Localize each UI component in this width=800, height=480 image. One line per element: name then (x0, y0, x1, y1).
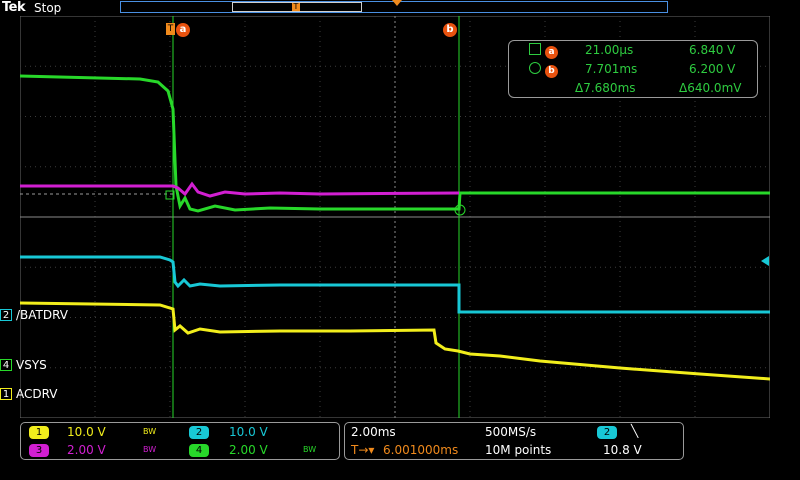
square-marker-icon (529, 43, 541, 55)
ch4-bw-limit: BW (303, 445, 317, 454)
channel-marker-ch4[interactable]: 4 VSYS (0, 358, 47, 372)
channel-label: /BATDRV (16, 308, 69, 322)
channel-number: 1 (0, 388, 12, 400)
cursor-a-time: 21.00µs (585, 43, 634, 57)
trigger-level-arrow-icon[interactable] (761, 256, 769, 266)
channel-label: ACDRV (16, 387, 58, 401)
trigger-delay-icon: T→▾ (351, 443, 375, 457)
trigger-marker-icon: T (166, 23, 175, 35)
channel-scale-panel: 1 10.0 V BW 2 10.0 V 3 2.00 V BW 4 2.00 … (20, 422, 340, 460)
trigger-source-badge[interactable]: 2 (597, 426, 617, 439)
cursor-delta-time: Δ7.680ms (575, 81, 636, 95)
cursor-delta-value: Δ640.0mV (679, 81, 742, 95)
channel-marker-ch1[interactable]: 1 ACDRV (0, 387, 58, 401)
cursor-readout-row-b: b 7.701ms 6.200 V (509, 62, 757, 78)
ch3-scale[interactable]: 2.00 V (67, 443, 106, 457)
timebase-trigger-panel: 2.00ms 500MS/s 2 ╲ T→▾ 6.001000ms 10M po… (344, 422, 684, 460)
cursor-b-value: 6.200 V (689, 62, 736, 76)
ch3-bw-limit: BW (143, 445, 157, 454)
trigger-marker-icon (392, 0, 402, 6)
timebase-scale[interactable]: 2.00ms (351, 425, 396, 439)
ch2-scale[interactable]: 10.0 V (229, 425, 268, 439)
cursor-b-label-icon: b (545, 65, 558, 78)
trigger-position-icon: T (292, 2, 300, 11)
trigger-level[interactable]: 10.8 V (603, 443, 642, 457)
channel-label: VSYS (16, 358, 47, 372)
cursor-readout-delta: Δ7.680ms Δ640.0mV (509, 81, 757, 97)
trigger-slope-icon[interactable]: ╲ (631, 424, 638, 438)
cursor-readout: a 21.00µs 6.840 V b 7.701ms 6.200 V Δ7.6… (508, 40, 758, 98)
cursor-a-label-icon: a (545, 46, 558, 59)
ch1-bw-limit: BW (143, 427, 157, 436)
run-state[interactable]: Stop (34, 1, 61, 15)
ch1-scale[interactable]: 10.0 V (67, 425, 106, 439)
ch3-badge[interactable]: 3 (29, 444, 49, 457)
circle-marker-icon (529, 62, 541, 74)
cursor-a-value: 6.840 V (689, 43, 736, 57)
brand-logo: Tek (2, 0, 26, 15)
ch1-badge[interactable]: 1 (29, 426, 49, 439)
cursor-b-label-icon[interactable]: b (443, 23, 457, 37)
top-status-bar: Tek Stop T (0, 0, 800, 16)
sample-rate: 500MS/s (485, 425, 537, 439)
cursor-b-time: 7.701ms (585, 62, 638, 76)
channel-number: 2 (0, 309, 12, 321)
cursor-a-label-icon[interactable]: a (176, 23, 190, 37)
cursor-readout-row-a: a 21.00µs 6.840 V (509, 43, 757, 59)
trigger-delay[interactable]: 6.001000ms (383, 443, 458, 457)
record-length[interactable]: 10M points (485, 443, 551, 457)
ch2-badge[interactable]: 2 (189, 426, 209, 439)
channel-number: 4 (0, 359, 12, 371)
ch4-scale[interactable]: 2.00 V (229, 443, 268, 457)
ch4-badge[interactable]: 4 (189, 444, 209, 457)
channel-marker-ch2[interactable]: 2 /BATDRV (0, 308, 68, 322)
